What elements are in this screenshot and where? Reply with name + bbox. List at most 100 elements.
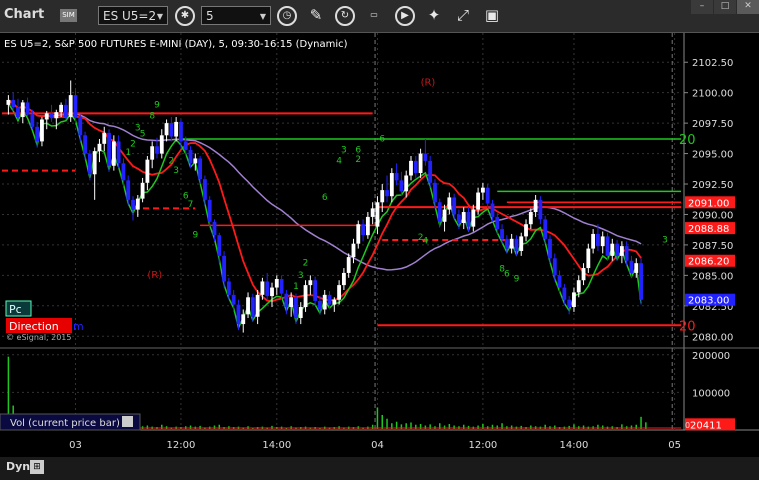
candle-body xyxy=(179,121,183,142)
price-tick-label: 2087.50 xyxy=(692,241,733,252)
price-tick-label: 2102.50 xyxy=(692,58,733,69)
candle-body xyxy=(265,281,270,297)
candle-body xyxy=(418,153,423,174)
candle-body xyxy=(298,307,303,318)
candle-body xyxy=(250,297,255,317)
candle-body xyxy=(370,208,375,217)
candle-body xyxy=(236,304,241,325)
candle-body xyxy=(480,187,485,193)
price-label-text: 2088.88 xyxy=(688,224,729,235)
chart-toolbar: Chart SIM ES U5=2 ▼ ✱ 5 ▼ ◷ ✎ ↻ ▭ ▶ ✦ ⤢ … xyxy=(0,0,759,33)
candle-body xyxy=(639,263,643,300)
sequence-label: 4 xyxy=(336,156,342,166)
sequence-label: 5 xyxy=(140,130,146,140)
sequence-label: 4 xyxy=(423,237,429,247)
sequence-label: 1 xyxy=(125,148,131,158)
price-label-text: 2091.00 xyxy=(688,198,729,209)
candle-body xyxy=(308,280,313,286)
candle-body xyxy=(552,258,557,276)
play-icon[interactable]: ▶ xyxy=(395,6,415,26)
candle-body xyxy=(83,135,87,154)
minimize-icon[interactable]: – xyxy=(691,0,713,14)
candle-body xyxy=(260,281,265,295)
volume-settings-icon xyxy=(122,416,133,427)
tag-icon[interactable]: ▣ xyxy=(482,5,502,25)
candle-body xyxy=(159,135,164,154)
candle-body xyxy=(35,126,40,142)
clock-icon[interactable]: ◷ xyxy=(277,6,297,26)
candle-body xyxy=(514,238,519,252)
candle-body xyxy=(68,95,73,118)
sim-badge: SIM xyxy=(60,9,77,22)
refresh-icon[interactable]: ↻ xyxy=(335,6,355,26)
volume-tick-label: 100000 xyxy=(692,388,730,399)
symbol-combo[interactable]: ES U5=2 ▼ xyxy=(98,6,168,25)
candle-body xyxy=(30,114,35,127)
price-tick-label: 2090.00 xyxy=(692,210,733,221)
pin-icon[interactable]: ✦ xyxy=(424,5,444,25)
sequence-label: 6 xyxy=(355,145,361,155)
volume-tick-label: 200000 xyxy=(692,351,730,362)
scroll-lock-icon[interactable]: ⊞ xyxy=(30,460,44,474)
candle-body xyxy=(538,199,543,220)
candle-body xyxy=(294,297,298,318)
chart-header: ES U5=2, S&P 500 FUTURES E-MINI (DAY), 5… xyxy=(4,39,348,50)
candle-body xyxy=(54,112,59,119)
candle-body xyxy=(600,236,605,247)
chevron-down-icon: ▼ xyxy=(259,12,266,21)
candle-body xyxy=(140,182,145,199)
candle-body xyxy=(73,95,78,118)
time-tick-label: 05 xyxy=(668,440,681,451)
chart-canvas[interactable]: 2102.50 2100.00 2097.50 2095.00 2092.50 2090.… xyxy=(0,33,759,457)
candle-body xyxy=(361,224,365,236)
time-tick-label: 12:00 xyxy=(468,440,497,451)
candle-body xyxy=(485,187,490,204)
candle-body xyxy=(447,197,452,210)
candle-body xyxy=(605,236,610,256)
candle-body xyxy=(155,146,159,154)
candle-body xyxy=(111,141,116,166)
link-icon[interactable]: ⤢ xyxy=(453,5,473,25)
candle-body xyxy=(217,235,222,256)
candle-body xyxy=(528,212,533,225)
close-icon[interactable]: ✕ xyxy=(737,0,759,14)
candle-body xyxy=(16,107,20,118)
price-tick-label: 2080.00 xyxy=(692,332,733,343)
candle-body xyxy=(591,233,596,249)
candle-body xyxy=(341,272,346,286)
candle-body xyxy=(202,179,207,200)
candle-body xyxy=(543,219,548,239)
candle-body xyxy=(495,216,500,230)
candle-body xyxy=(135,198,140,210)
price-tick-label: 2100.00 xyxy=(692,89,733,100)
candle-body xyxy=(557,275,562,288)
candle-body xyxy=(318,300,322,310)
gear-icon[interactable]: ✱ xyxy=(175,6,195,26)
candle-body xyxy=(188,149,193,164)
maximize-icon[interactable]: □ xyxy=(714,0,736,14)
candle-body xyxy=(289,297,294,308)
candle-body xyxy=(504,238,509,249)
candle-body xyxy=(327,294,332,305)
get-icon[interactable]: ▭ xyxy=(364,5,384,25)
candle-body xyxy=(337,285,342,300)
candle-body xyxy=(63,104,68,118)
sequence-label: 8 xyxy=(149,111,155,121)
sequence-label: 3 xyxy=(173,166,179,176)
sequence-label: 6 xyxy=(322,193,328,203)
sequence-label: 3 xyxy=(662,235,668,245)
candle-body xyxy=(145,159,150,183)
candle-body xyxy=(332,299,337,305)
candle-body xyxy=(356,224,361,244)
sequence-label: 2 xyxy=(168,156,174,166)
pencil-icon[interactable]: ✎ xyxy=(306,5,326,25)
dyn-label: Dyn xyxy=(6,460,31,473)
time-tick-label: 03 xyxy=(69,440,82,451)
candle-body xyxy=(519,236,524,252)
interval-combo[interactable]: 5 ▼ xyxy=(201,6,271,25)
candle-body xyxy=(107,132,111,166)
time-tick-label: 12:00 xyxy=(167,440,196,451)
candle-body xyxy=(351,243,356,258)
candle-body xyxy=(97,143,102,152)
candle-body xyxy=(596,233,600,247)
